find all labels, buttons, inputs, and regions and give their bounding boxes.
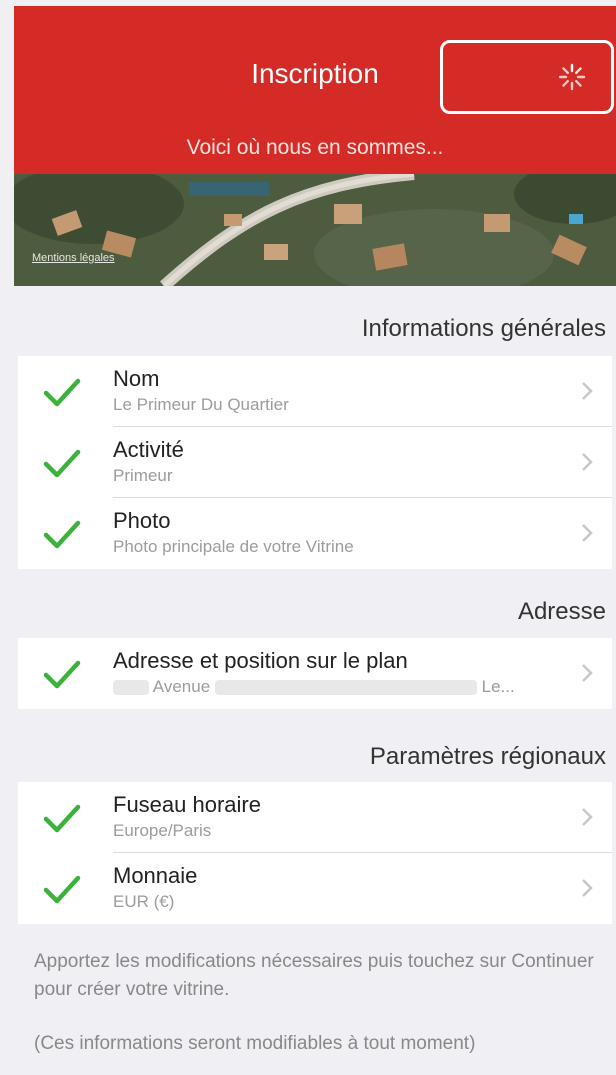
chevron-right-icon [582,382,593,400]
satellite-map-image [14,174,616,286]
row-currency[interactable]: Monnaie EUR (€) [18,853,612,924]
row-activity[interactable]: Activité Primeur [18,427,612,498]
row-label: Monnaie [113,863,198,888]
checkmark-icon [43,875,81,904]
row-label: Adresse et position sur le plan [113,648,408,673]
row-address[interactable]: Adresse et position sur le plan Avenue L… [18,638,612,709]
regional-settings-group: Fuseau horaire Europe/Paris Monnaie EUR … [18,782,612,924]
row-detail: Primeur [113,466,173,485]
row-label: Activité [113,437,184,462]
row-label: Fuseau horaire [113,792,261,817]
spinner-icon [558,63,586,91]
row-detail: Europe/Paris [113,821,212,840]
chevron-right-icon [582,808,593,826]
row-timezone[interactable]: Fuseau horaire Europe/Paris [18,782,612,853]
continue-button[interactable] [440,40,614,114]
row-photo[interactable]: Photo Photo principale de votre Vitrine [18,498,612,569]
row-detail: EUR (€) [113,892,175,911]
section-title-address: Adresse [517,598,606,625]
checkmark-icon [43,378,81,407]
footer-instructions: Apportez les modifications nécessaires p… [34,951,594,1000]
row-detail-address: Avenue Le... [113,677,515,697]
header-bar: Inscription Voici où nous en sommes... [14,6,616,174]
chevron-right-icon [582,879,593,897]
checkmark-icon [43,520,81,549]
checkmark-icon [43,449,81,478]
row-name[interactable]: Nom Le Primeur Du Quartier [18,356,612,427]
map-legal-link[interactable]: Mentions légales [32,252,115,264]
section-title-general: Informations générales [361,315,606,342]
satellite-map[interactable]: Mentions légales [14,174,616,286]
row-label: Nom [113,366,160,391]
checkmark-icon [43,660,81,689]
row-label: Photo [113,508,171,533]
section-title-regional: Paramètres régionaux [369,743,606,770]
address-group: Adresse et position sur le plan Avenue L… [18,638,612,709]
redacted-block [214,680,477,696]
row-detail: Le Primeur Du Quartier [113,395,289,414]
chevron-right-icon [582,664,593,682]
chevron-right-icon [582,453,593,471]
address-street: Avenue [152,677,211,696]
registration-screen: Inscription Voici où nous en sommes... M… [0,0,616,1075]
checkmark-icon [43,804,81,833]
row-detail: Photo principale de votre Vitrine [113,537,354,556]
general-info-group: Nom Le Primeur Du Quartier Activité Prim… [18,356,612,569]
footer-note: (Ces informations seront modifiables à t… [34,1033,476,1054]
address-city: Le... [481,677,515,696]
chevron-right-icon [582,524,593,542]
page-subtitle: Voici où nous en sommes... [186,136,444,159]
redacted-block [113,680,149,696]
